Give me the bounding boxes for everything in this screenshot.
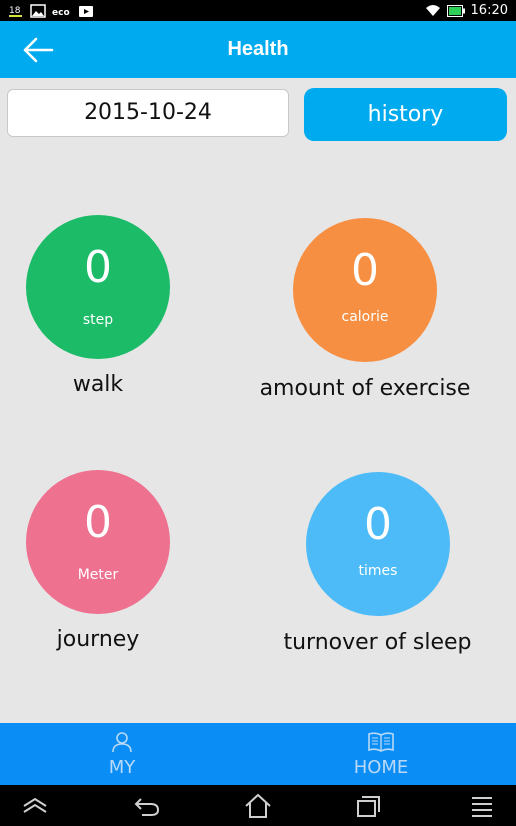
journey-circle[interactable]: 0 Meter (26, 470, 170, 614)
tab-my[interactable]: MY (52, 723, 192, 785)
status-bar-notifications: 18 eco (8, 3, 94, 18)
sleep-label: turnover of sleep (283, 630, 472, 655)
menu-icon (472, 797, 492, 817)
tab-home-label: HOME (353, 757, 409, 778)
status-bar-system: 16:20 (425, 0, 508, 21)
battery-icon (446, 4, 465, 17)
system-home-button[interactable] (243, 793, 273, 819)
journey-value: 0 (84, 497, 112, 548)
walk-value: 0 (84, 242, 112, 293)
history-button[interactable]: history (304, 88, 507, 141)
wifi-icon (425, 5, 440, 16)
sleep-circle[interactable]: 0 times (306, 472, 450, 616)
walk-label: walk (72, 372, 124, 397)
exercise-circle[interactable]: 0 calorie (293, 218, 437, 362)
bottom-tab-bar: MY HOME (0, 723, 516, 785)
system-overview-button[interactable] (353, 793, 383, 819)
recent-apps-up-button[interactable] (20, 793, 50, 819)
overview-icon (357, 796, 380, 817)
image-icon (30, 3, 46, 18)
sleep-value: 0 (364, 499, 392, 550)
svg-text:18: 18 (9, 6, 21, 16)
home-icon (245, 793, 271, 818)
page-title: Health (227, 38, 289, 60)
notification-icon: 18 (8, 3, 24, 18)
journey-label: journey (56, 627, 140, 652)
system-back-button[interactable] (133, 793, 163, 819)
status-bar: 18 eco 16:20 (0, 0, 516, 21)
exercise-label: amount of exercise (259, 376, 471, 401)
exercise-value: 0 (351, 245, 379, 296)
journey-unit: Meter (77, 567, 119, 583)
walk-circle[interactable]: 0 step (26, 215, 170, 359)
walk-unit: step (82, 312, 114, 328)
person-icon (112, 732, 132, 753)
app-bar: Health (0, 21, 516, 78)
system-nav-bar (0, 785, 516, 826)
clock: 16:20 (470, 3, 508, 18)
tab-my-label: MY (108, 757, 136, 778)
video-icon (79, 5, 93, 17)
recent-apps-up-icon (23, 797, 47, 813)
tab-home[interactable]: HOME (311, 723, 451, 785)
svg-text:eco: eco (52, 8, 70, 18)
exercise-unit: calorie (341, 309, 389, 325)
book-icon (368, 732, 394, 752)
eco-icon: eco (52, 8, 70, 18)
back-icon (134, 798, 160, 816)
system-menu-button[interactable] (467, 793, 497, 819)
sleep-unit: times (358, 563, 398, 579)
date-field[interactable]: 2015-10-24 (7, 89, 289, 137)
